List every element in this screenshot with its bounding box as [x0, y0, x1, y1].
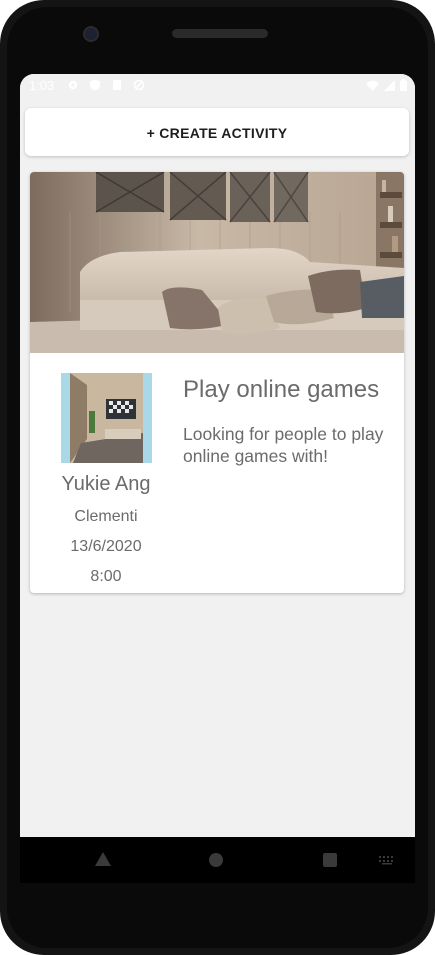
host-name: Yukie Ang — [61, 473, 151, 495]
sync-icon — [133, 79, 145, 91]
create-activity-button[interactable]: + CREATE ACTIVITY — [25, 108, 409, 156]
signal-icon — [384, 79, 395, 91]
host-avatar — [61, 373, 152, 463]
activity-card[interactable]: Yukie Ang Clementi 13/6/2020 8:00 Play o… — [30, 172, 404, 593]
status-time: 1:03 — [29, 78, 55, 93]
notification-icons — [67, 79, 145, 91]
app-screen: 1:03 + CREATE ACTIVITY Yukie Ang Clement… — [20, 74, 415, 837]
system-status-icons — [366, 79, 407, 91]
battery-icon — [400, 79, 407, 91]
front-camera — [83, 26, 99, 42]
settings-icon — [68, 80, 78, 90]
activity-time: 8:00 — [90, 568, 122, 585]
system-nav-bar — [20, 837, 415, 883]
shield-icon — [90, 79, 100, 91]
wifi-icon — [366, 80, 379, 91]
activity-cover-image — [30, 172, 404, 353]
activity-description: Looking for people to play online games … — [183, 424, 384, 466]
keyboard-icon[interactable] — [378, 855, 396, 865]
recents-icon[interactable] — [323, 853, 337, 867]
activity-title: Play online games — [183, 376, 380, 403]
sd-card-icon — [113, 80, 121, 90]
activity-date: 13/6/2020 — [70, 538, 142, 555]
home-icon[interactable] — [209, 853, 223, 867]
activity-location: Clementi — [74, 508, 138, 525]
status-bar: 1:03 — [20, 74, 415, 98]
back-icon[interactable] — [95, 852, 111, 866]
phone-frame: 1:03 + CREATE ACTIVITY Yukie Ang Clement… — [0, 0, 435, 955]
earpiece-speaker — [172, 29, 268, 38]
